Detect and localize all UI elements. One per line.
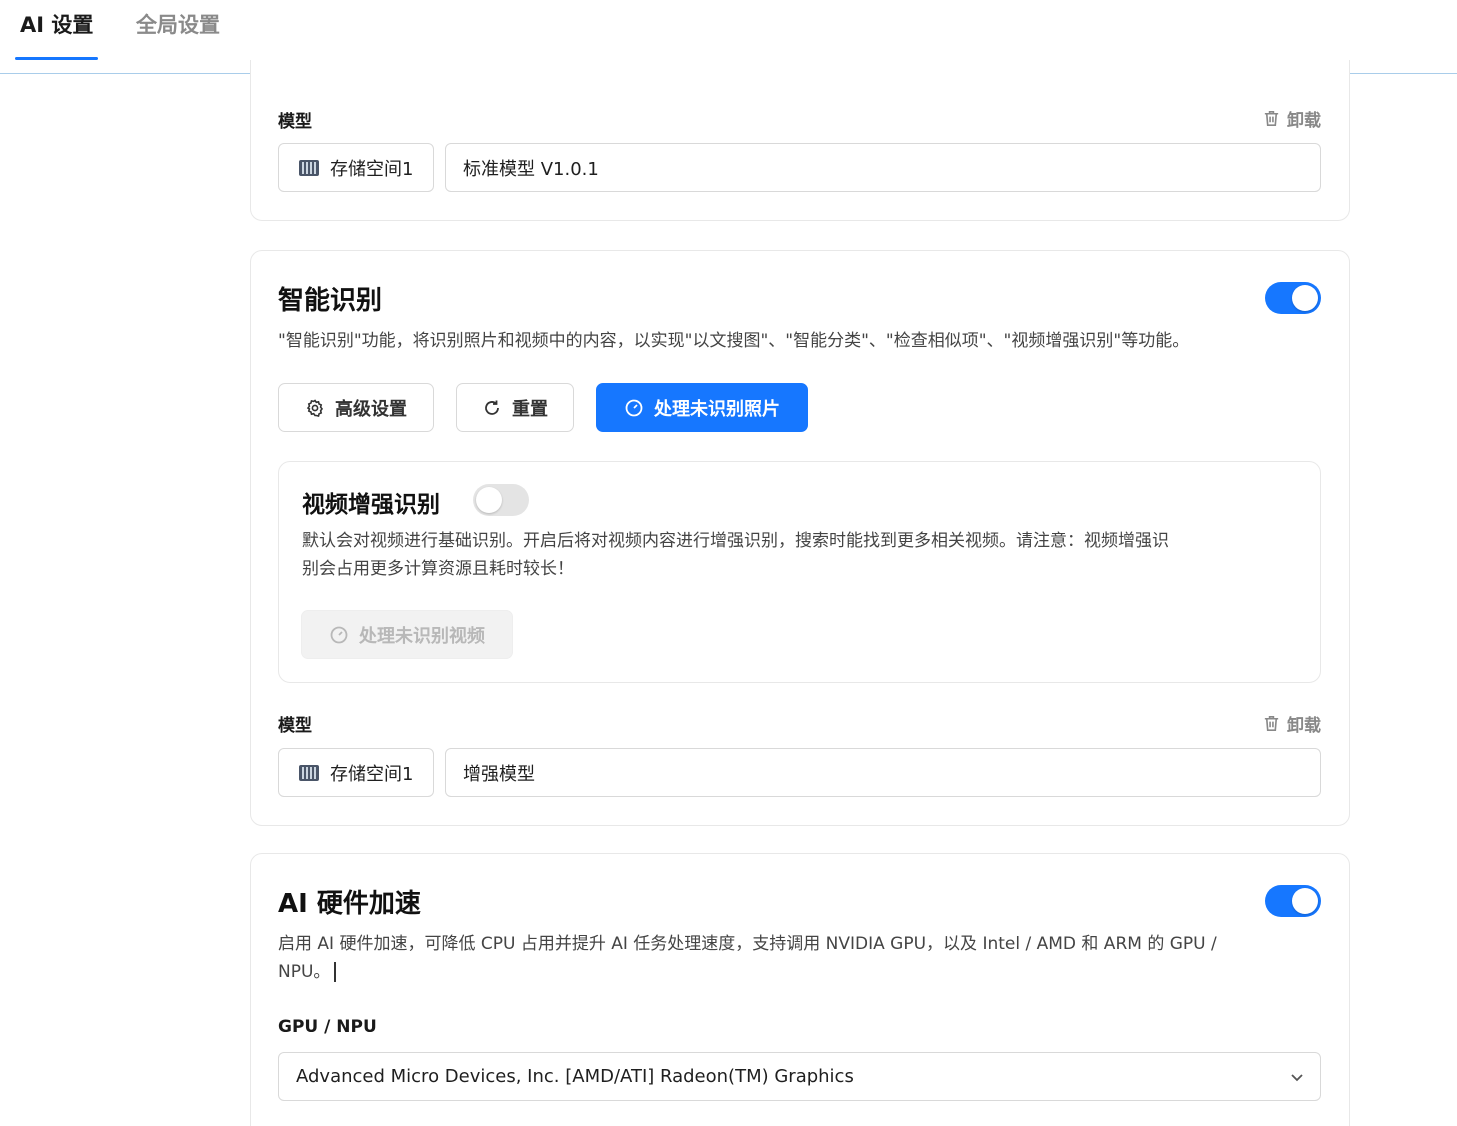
video-enhance-description-line2: 别会占用更多计算资源且耗时较长！ bbox=[302, 559, 574, 579]
video-enhance-description-line1: 默认会对视频进行基础识别。开启后将对视频内容进行增强识别，搜索时能找到更多相关视… bbox=[302, 531, 1169, 551]
video-enhance-toggle[interactable] bbox=[473, 484, 529, 516]
model-label: 模型 bbox=[278, 112, 312, 132]
storage-select-button[interactable]: 存储空间1 bbox=[278, 748, 434, 797]
advanced-settings-label: 高级设置 bbox=[335, 398, 407, 420]
hw-accel-toggle[interactable] bbox=[1265, 885, 1321, 917]
hw-accel-title: AI 硬件加速 bbox=[278, 889, 421, 919]
refresh-icon bbox=[485, 400, 499, 415]
gpu-selected-value: Advanced Micro Devices, Inc. [AMD/ATI] R… bbox=[296, 1066, 854, 1087]
video-enhance-card: 视频增强识别 默认会对视频进行基础识别。开启后将对视频内容进行增强识别，搜索时能… bbox=[278, 461, 1321, 683]
active-tab-indicator bbox=[15, 57, 98, 60]
toggle-knob bbox=[1292, 888, 1318, 914]
hw-accel-description: 启用 AI 硬件加速，可降低 CPU 占用并提升 AI 任务处理速度，支持调用 … bbox=[278, 930, 1217, 986]
hw-accel-description-line1: 启用 AI 硬件加速，可降低 CPU 占用并提升 AI 任务处理速度，支持调用 … bbox=[278, 934, 1217, 954]
gauge-icon bbox=[625, 399, 643, 416]
process-photos-button[interactable]: 处理未识别照片 bbox=[596, 383, 808, 432]
model-label: 模型 bbox=[278, 716, 312, 736]
storage-label: 存储空间1 bbox=[330, 763, 414, 785]
storage-icon bbox=[299, 764, 319, 781]
reset-label: 重置 bbox=[512, 398, 548, 420]
tab-ai-settings[interactable]: AI 设置 bbox=[20, 10, 93, 40]
storage-label: 存储空间1 bbox=[330, 158, 414, 180]
gear-icon bbox=[306, 398, 324, 417]
smart-recognition-card: 智能识别 "智能识别"功能，将识别照片和视频中的内容，以实现"以文搜图"、"智能… bbox=[250, 250, 1350, 826]
unload-button[interactable]: 卸载 bbox=[1262, 106, 1321, 131]
smart-recognition-description: "智能识别"功能，将识别照片和视频中的内容，以实现"以文搜图"、"智能分类"、"… bbox=[278, 331, 1190, 351]
video-enhance-description: 默认会对视频进行基础识别。开启后将对视频内容进行增强识别，搜索时能找到更多相关视… bbox=[302, 527, 1169, 583]
smart-recognition-title: 智能识别 bbox=[278, 286, 383, 316]
unload-label: 卸载 bbox=[1287, 111, 1321, 131]
unload-label: 卸载 bbox=[1287, 716, 1321, 736]
chevron-down-icon bbox=[1291, 1074, 1303, 1082]
process-videos-label: 处理未识别视频 bbox=[359, 625, 485, 647]
trash-icon bbox=[1264, 111, 1279, 126]
gpu-label: GPU / NPU bbox=[278, 1017, 377, 1037]
smart-recognition-toggle[interactable] bbox=[1265, 282, 1321, 314]
video-enhance-title: 视频增强识别 bbox=[302, 492, 440, 518]
advanced-settings-button[interactable]: 高级设置 bbox=[278, 383, 434, 432]
gpu-select[interactable]: Advanced Micro Devices, Inc. [AMD/ATI] R… bbox=[278, 1052, 1321, 1101]
storage-icon bbox=[299, 159, 319, 176]
unload-button[interactable]: 卸载 bbox=[1262, 711, 1321, 736]
hw-accel-card: AI 硬件加速 启用 AI 硬件加速，可降低 CPU 占用并提升 AI 任务处理… bbox=[250, 853, 1350, 1126]
tab-global-settings[interactable]: 全局设置 bbox=[136, 10, 220, 40]
hw-accel-description-line2: NPU。 bbox=[278, 962, 331, 982]
gauge-icon bbox=[330, 626, 348, 643]
model-input[interactable] bbox=[445, 143, 1321, 192]
toggle-knob bbox=[1292, 285, 1318, 311]
model-card-top: 模型 卸载 存储空间1 bbox=[250, 60, 1350, 221]
process-videos-button[interactable]: 处理未识别视频 bbox=[301, 610, 513, 659]
model-input[interactable] bbox=[445, 748, 1321, 797]
process-photos-label: 处理未识别照片 bbox=[654, 398, 780, 420]
reset-button[interactable]: 重置 bbox=[456, 383, 574, 432]
toggle-knob bbox=[476, 487, 502, 513]
storage-select-button[interactable]: 存储空间1 bbox=[278, 143, 434, 192]
text-caret bbox=[334, 962, 337, 982]
trash-icon bbox=[1264, 716, 1279, 731]
